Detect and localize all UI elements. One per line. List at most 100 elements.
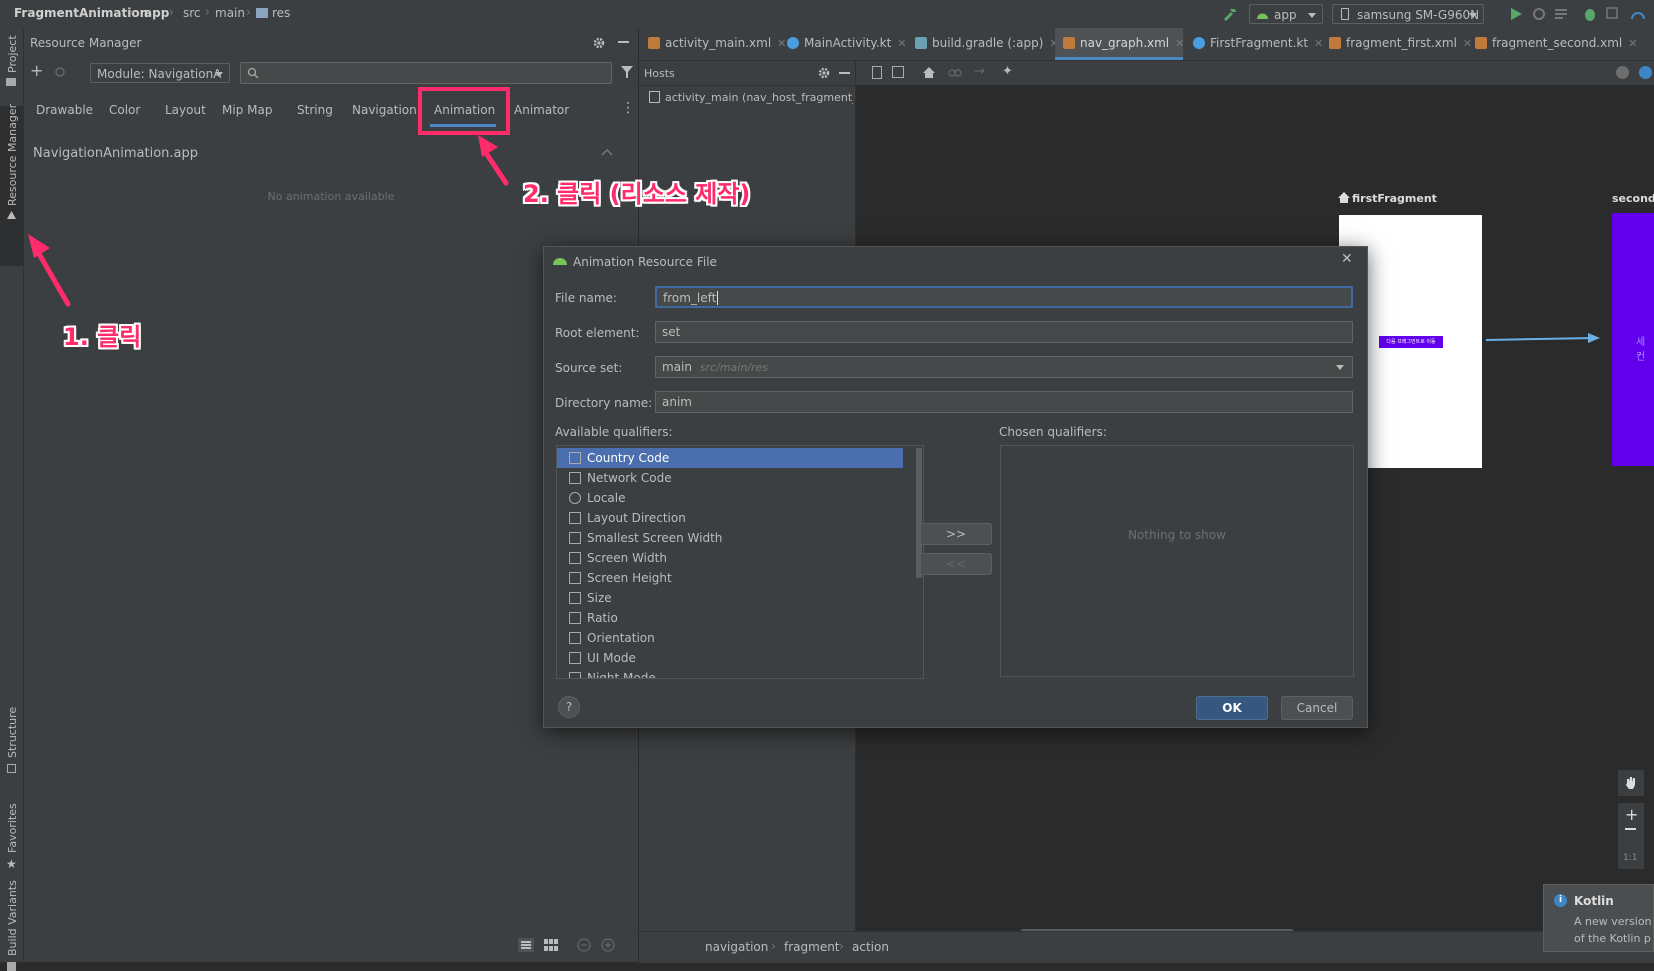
editor-tab-main-activity[interactable]: MainActivity.kt ✕ bbox=[787, 28, 907, 60]
qualifier-ratio[interactable]: Ratio bbox=[561, 608, 905, 628]
tab-navigation[interactable]: Navigation bbox=[352, 103, 417, 117]
chosen-qualifiers-list[interactable]: Nothing to show bbox=[1000, 445, 1354, 677]
breadcrumb-src[interactable]: src bbox=[183, 6, 201, 20]
close-icon[interactable]: ✕ bbox=[897, 37, 906, 50]
chevron-up-icon[interactable] bbox=[601, 148, 613, 156]
notification-title: Kotlin bbox=[1574, 894, 1614, 908]
breadcrumb-res[interactable]: res bbox=[272, 6, 290, 20]
status-crumb-action[interactable]: action bbox=[852, 940, 889, 954]
second-fragment-destination[interactable]: 세컨 bbox=[1612, 213, 1654, 466]
tool-window-resource-manager[interactable]: Resource Manager bbox=[6, 104, 19, 206]
auto-arrange-icon[interactable]: ✦ bbox=[1002, 64, 1013, 79]
minimize-icon[interactable] bbox=[618, 41, 629, 43]
tab-animator[interactable]: Animator bbox=[514, 103, 569, 117]
info-icon[interactable] bbox=[1616, 66, 1629, 79]
available-qualifiers-list[interactable]: Country Code Network Code Locale Layout … bbox=[556, 445, 924, 679]
editor-tab-fragment-first[interactable]: fragment_first.xml ✕ bbox=[1329, 28, 1472, 60]
kotlin-notification[interactable]: i Kotlin A new version of the Kotlin p bbox=[1543, 884, 1654, 952]
zoom-in-icon[interactable] bbox=[601, 938, 615, 952]
tool-window-project[interactable]: Project bbox=[6, 35, 19, 73]
gear-icon[interactable] bbox=[817, 66, 831, 80]
gear-icon[interactable] bbox=[592, 36, 606, 50]
zoom-ratio[interactable]: 1:1 bbox=[1623, 853, 1637, 863]
add-qualifier-button[interactable]: >> bbox=[920, 523, 992, 545]
status-crumb-navigation[interactable]: navigation bbox=[705, 940, 768, 954]
editor-tab-build-gradle[interactable]: build.gradle (:app) ✕ bbox=[915, 28, 1059, 60]
run-config-select[interactable]: app bbox=[1249, 4, 1323, 24]
help-icon[interactable] bbox=[1639, 66, 1652, 79]
editor-tab-nav-graph[interactable]: nav_graph.xml ✕ bbox=[1063, 28, 1184, 60]
attach-debugger-icon[interactable] bbox=[1606, 7, 1620, 21]
device-select[interactable]: samsung SM-G960N bbox=[1332, 4, 1484, 24]
arrow-right-icon[interactable]: → bbox=[974, 64, 985, 79]
status-crumb-fragment[interactable]: fragment bbox=[784, 940, 840, 954]
refresh-icon[interactable] bbox=[54, 66, 66, 78]
tab-mip-map[interactable]: Mip Map bbox=[222, 103, 272, 117]
nested-graph-icon[interactable] bbox=[892, 66, 904, 78]
root-element-input[interactable]: set bbox=[655, 321, 1353, 343]
qualifier-size[interactable]: Size bbox=[561, 588, 905, 608]
resource-manager-icon[interactable] bbox=[6, 210, 17, 221]
close-icon[interactable]: ✕ bbox=[1175, 37, 1184, 50]
tab-drawable[interactable]: Drawable bbox=[36, 103, 93, 117]
tool-window-build-variants[interactable]: Build Variants bbox=[6, 880, 19, 956]
tab-layout[interactable]: Layout bbox=[165, 103, 206, 117]
android-icon bbox=[1257, 13, 1268, 19]
add-icon[interactable]: + bbox=[30, 61, 43, 80]
pan-hand-button[interactable] bbox=[1618, 770, 1644, 796]
cancel-button[interactable]: Cancel bbox=[1281, 696, 1353, 720]
qualifier-screen-height[interactable]: Screen Height bbox=[561, 568, 905, 588]
new-destination-icon[interactable] bbox=[872, 66, 882, 79]
close-icon[interactable]: ✕ bbox=[1628, 37, 1637, 50]
ok-button[interactable]: OK bbox=[1196, 696, 1268, 720]
profiler-icon[interactable] bbox=[1630, 7, 1646, 21]
close-icon[interactable]: ✕ bbox=[777, 37, 786, 50]
filter-icon[interactable] bbox=[621, 66, 633, 78]
search-input[interactable] bbox=[240, 62, 612, 84]
editor-tab-fragment-second[interactable]: fragment_second.xml ✕ bbox=[1475, 28, 1637, 60]
more-options-icon[interactable]: ⋮ bbox=[621, 100, 635, 116]
source-set-select[interactable]: main src/main/res bbox=[655, 356, 1353, 378]
zoom-out-icon[interactable] bbox=[1625, 828, 1636, 830]
breadcrumb-main[interactable]: main bbox=[215, 6, 245, 20]
tab-string[interactable]: String bbox=[297, 103, 333, 117]
close-icon[interactable]: ✕ bbox=[1341, 251, 1353, 267]
qualifier-network-code[interactable]: Network Code bbox=[561, 468, 905, 488]
list-view-icon[interactable] bbox=[518, 938, 534, 952]
run-icon[interactable] bbox=[1509, 7, 1523, 21]
grid-view-icon[interactable] bbox=[544, 939, 558, 951]
editor-tab-first-fragment[interactable]: FirstFragment.kt ✕ bbox=[1193, 28, 1323, 60]
zoom-in-icon[interactable]: + bbox=[1625, 805, 1638, 824]
debug-bug-icon[interactable] bbox=[1583, 6, 1597, 22]
host-item[interactable]: activity_main (nav_host_fragment_co bbox=[665, 91, 853, 104]
qualifier-ui-mode[interactable]: UI Mode bbox=[561, 648, 905, 668]
qualifier-layout-direction[interactable]: Layout Direction bbox=[561, 508, 905, 528]
tab-color[interactable]: Color bbox=[109, 103, 140, 117]
home-icon[interactable] bbox=[922, 66, 936, 79]
editor-tab-activity-main[interactable]: activity_main.xml ✕ bbox=[648, 28, 786, 60]
tool-window-structure[interactable]: Structure bbox=[6, 707, 19, 758]
file-name-input[interactable]: from_left bbox=[655, 286, 1353, 308]
module-select[interactable]: Module: NavigationA bbox=[90, 63, 230, 83]
apply-changes-icon[interactable] bbox=[1532, 7, 1546, 21]
zoom-out-icon[interactable] bbox=[577, 938, 591, 952]
build-hammer-icon[interactable] bbox=[1222, 6, 1238, 22]
remove-qualifier-button[interactable]: << bbox=[920, 553, 992, 575]
directory-name-input[interactable]: anim bbox=[655, 391, 1353, 413]
close-icon[interactable]: ✕ bbox=[1314, 37, 1323, 50]
close-icon[interactable]: ✕ bbox=[1463, 37, 1472, 50]
qualifier-country-code[interactable]: Country Code bbox=[561, 448, 905, 468]
help-button[interactable]: ? bbox=[558, 696, 580, 718]
qualifier-locale[interactable]: Locale bbox=[561, 488, 905, 508]
apply-code-icon[interactable] bbox=[1554, 7, 1568, 21]
breadcrumb-module[interactable]: app bbox=[144, 6, 169, 20]
tool-window-favorites[interactable]: Favorites bbox=[6, 803, 19, 853]
link-icon[interactable] bbox=[948, 68, 962, 78]
qualifier-night-mode[interactable]: Night Mode bbox=[561, 668, 905, 678]
qualifier-smallest-screen-width[interactable]: Smallest Screen Width bbox=[561, 528, 905, 548]
action-arrow[interactable] bbox=[1484, 332, 1604, 346]
dialog-title: Animation Resource File bbox=[573, 255, 717, 269]
qualifier-orientation[interactable]: Orientation bbox=[561, 628, 905, 648]
minimize-icon[interactable] bbox=[839, 72, 850, 74]
qualifier-screen-width[interactable]: Screen Width bbox=[561, 548, 905, 568]
